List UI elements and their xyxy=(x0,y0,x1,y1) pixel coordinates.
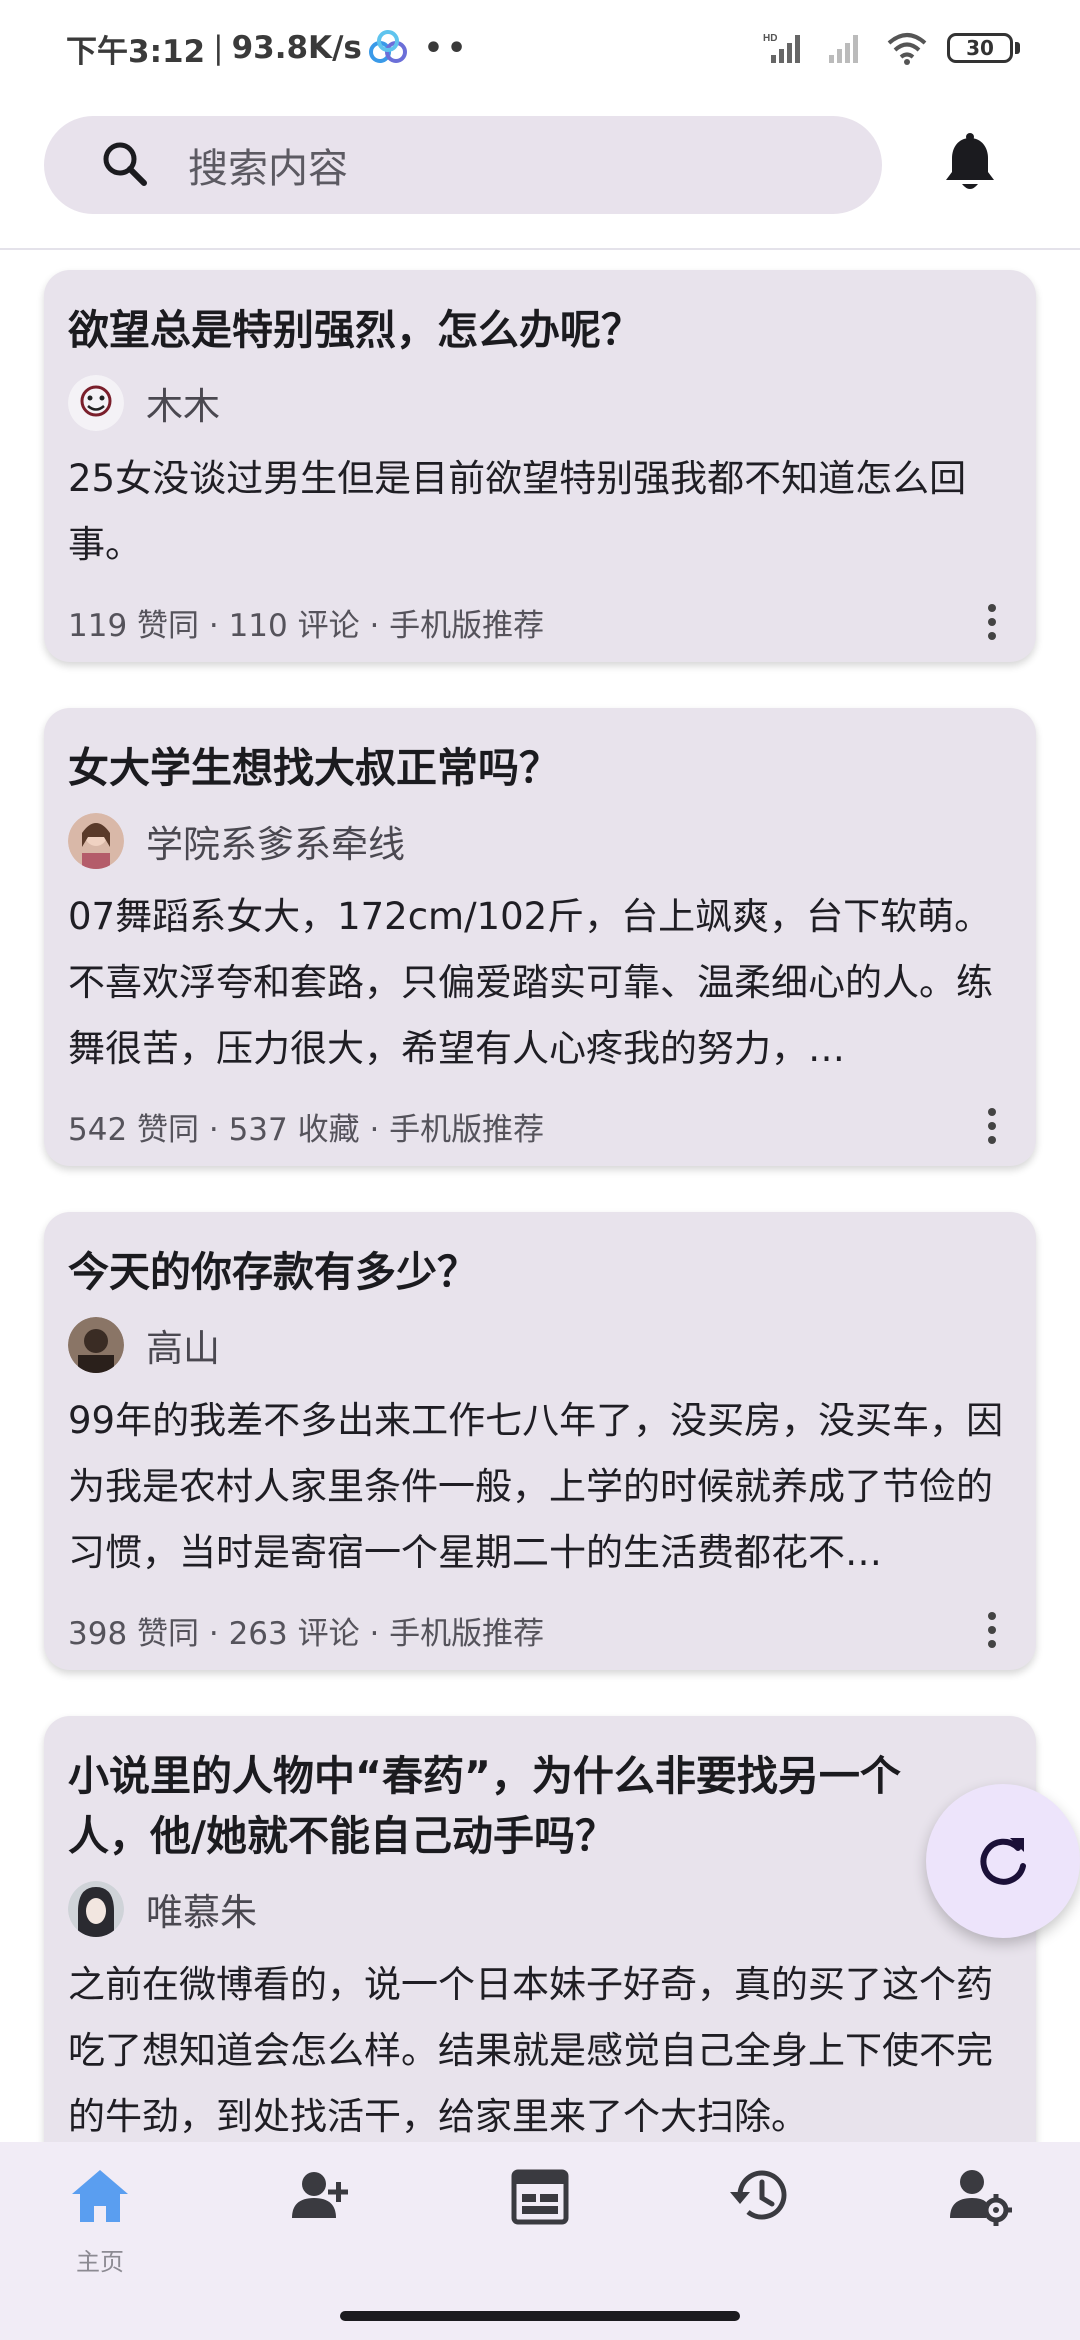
card-meta-row: 542 赞同 · 537 收藏 · 手机版推荐 xyxy=(68,1104,1012,1148)
card-author[interactable]: 学院系爹系牵线 xyxy=(68,812,1012,870)
card-excerpt: 之前在微博看的，说一个日本妹子好奇，真的买了这个药吃了想知道会怎么样。结果就是感… xyxy=(68,1963,993,2138)
status-overflow-dots: •• xyxy=(423,30,471,66)
search-bar[interactable]: 搜索内容 xyxy=(44,116,882,214)
status-separator: | xyxy=(213,30,224,66)
avatar[interactable] xyxy=(68,1317,124,1373)
feed-card[interactable]: 欲望总是特别强烈，怎么办呢？ 木木 25女没谈过男生但是目前欲望特别强我都不知道… xyxy=(44,270,1036,662)
signal-hd-icon: HD xyxy=(763,33,800,63)
card-author[interactable]: 唯慕朱 xyxy=(68,1880,1012,1938)
home-icon xyxy=(72,2170,128,2222)
status-left: 下午3:12 | 93.8K/s •• xyxy=(66,26,470,71)
more-vert-icon[interactable] xyxy=(972,1104,1012,1148)
status-right: HD 30 xyxy=(763,31,1020,65)
add-user-icon xyxy=(292,2172,348,2218)
nav-settings[interactable] xyxy=(880,2164,1080,2294)
card-meta: 398 赞同 · 263 评论 · 手机版推荐 xyxy=(68,1615,545,1652)
avatar[interactable] xyxy=(68,1881,124,1937)
nav-home-label: 主页 xyxy=(76,2248,124,2276)
signal-weak-icon xyxy=(829,35,858,63)
feed-card[interactable]: 女大学生想找大叔正常吗？ 学院系爹系牵线 07舞蹈系女大，172cm/102斤，… xyxy=(44,708,1036,1166)
avatar[interactable] xyxy=(68,375,124,431)
more-vert-icon[interactable] xyxy=(972,600,1012,644)
author-name: 学院系爹系牵线 xyxy=(146,823,405,866)
card-title[interactable]: 今天的你存款有多少？ xyxy=(68,1242,1012,1302)
svg-text:HD: HD xyxy=(763,33,777,44)
card-meta-row: 398 赞同 · 263 评论 · 手机版推荐 xyxy=(68,1608,1012,1652)
status-network-speed: 93.8K/s xyxy=(231,30,362,66)
nav-history[interactable] xyxy=(660,2164,860,2294)
card-author[interactable]: 木木 xyxy=(68,374,1012,432)
nav-daily[interactable] xyxy=(440,2164,640,2294)
feed-list[interactable]: 欲望总是特别强烈，怎么办呢？ 木木 25女没谈过男生但是目前欲望特别强我都不知道… xyxy=(0,252,1080,2142)
author-name: 唯慕朱 xyxy=(146,1891,257,1934)
more-vert-icon[interactable] xyxy=(972,1608,1012,1652)
card-meta: 542 赞同 · 537 收藏 · 手机版推荐 xyxy=(68,1111,545,1148)
status-bar: 下午3:12 | 93.8K/s •• HD 30 xyxy=(0,0,1080,96)
history-icon xyxy=(730,2170,787,2220)
avatar[interactable] xyxy=(68,813,124,869)
search-placeholder: 搜索内容 xyxy=(188,146,348,192)
cloud-app-icon xyxy=(368,30,407,63)
notification-bell-icon[interactable] xyxy=(940,132,1000,196)
gesture-home-bar[interactable] xyxy=(340,2311,740,2321)
feed-card[interactable]: 今天的你存款有多少？ 高山 99年的我差不多出来工作七八年了，没买房，没买车，因… xyxy=(44,1212,1036,1670)
card-meta: 119 赞同 · 110 评论 · 手机版推荐 xyxy=(68,607,545,644)
battery-indicator: 30 xyxy=(947,33,1020,63)
author-name: 高山 xyxy=(146,1327,220,1370)
status-time: 下午3:12 xyxy=(66,33,206,70)
card-excerpt: 25女没谈过男生但是目前欲望特别强我都不知道怎么回事。 xyxy=(68,457,967,566)
refresh-icon xyxy=(980,1838,1026,1885)
wifi-icon xyxy=(887,33,927,65)
user-settings-icon xyxy=(950,2170,1012,2226)
feed-card[interactable]: 小说里的人物中“春药”，为什么非要找另一个人，他/她就不能自己动手吗？ 唯慕朱 … xyxy=(44,1716,1036,2142)
top-app-bar: 搜索内容 xyxy=(0,96,1080,250)
card-title[interactable]: 欲望总是特别强烈，怎么办呢？ xyxy=(68,300,1012,360)
author-name: 木木 xyxy=(146,385,220,428)
refresh-button[interactable] xyxy=(926,1784,1080,1938)
card-excerpt: 99年的我差不多出来工作七八年了，没买房，没买车，因为我是农村人家里条件一般，上… xyxy=(68,1399,1004,1574)
card-title[interactable]: 女大学生想找大叔正常吗？ xyxy=(68,738,1012,798)
card-meta-row: 119 赞同 · 110 评论 · 手机版推荐 xyxy=(68,600,1012,644)
nav-home[interactable]: 主页 xyxy=(0,2164,200,2294)
search-icon xyxy=(103,142,147,186)
nav-follow[interactable] xyxy=(220,2164,420,2294)
card-author[interactable]: 高山 xyxy=(68,1316,1012,1374)
card-title[interactable]: 小说里的人物中“春药”，为什么非要找另一个人，他/她就不能自己动手吗？ xyxy=(68,1746,1012,1866)
battery-tip xyxy=(1015,42,1020,54)
calendar-icon xyxy=(511,2169,569,2225)
card-excerpt: 07舞蹈系女大，172cm/102斤，台上飒爽，台下软萌。不喜欢浮夸和套路，只偏… xyxy=(68,895,993,1070)
battery-level: 30 xyxy=(947,33,1013,63)
